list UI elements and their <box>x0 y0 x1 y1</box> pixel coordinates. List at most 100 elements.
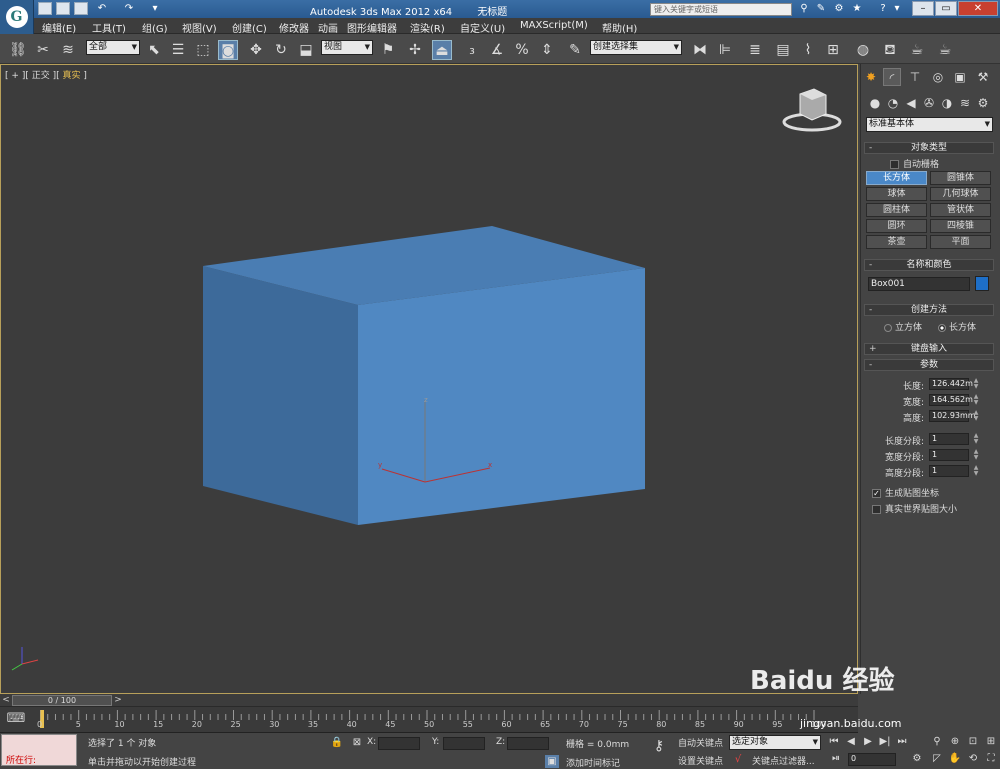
height-segs-spinner[interactable]: ▲ ▼ <box>972 465 980 477</box>
hierarchy-tab-icon[interactable]: ⊤ <box>906 68 924 86</box>
geosphere-button[interactable]: 几何球体 <box>930 187 991 201</box>
keyboard-shortcut-override-icon[interactable]: ⏏ <box>432 40 452 60</box>
zoom-icon[interactable]: ⚲ <box>930 735 944 748</box>
communication-icon[interactable]: ⚙ <box>832 2 846 15</box>
torus-button[interactable]: 圆环 <box>866 219 927 233</box>
auto-key-button[interactable]: 自动关键点 <box>678 736 723 749</box>
rotate-icon[interactable]: ↻ <box>271 40 291 60</box>
set-key-icon[interactable]: ⚷ <box>648 739 670 753</box>
geometry-icon[interactable]: ● <box>866 94 884 112</box>
help-icon[interactable]: ? <box>876 2 890 15</box>
zoom-extents-all-icon[interactable]: ⊞ <box>984 735 998 748</box>
sphere-button[interactable]: 球体 <box>866 187 927 201</box>
time-slider[interactable] <box>0 694 858 707</box>
keyboard-entry-rollout-header[interactable]: + 键盘输入 <box>864 343 994 355</box>
z-coord-input[interactable] <box>507 737 549 750</box>
zoom-all-icon[interactable]: ⊕ <box>948 735 962 748</box>
length-segs-spinner[interactable]: ▲ ▼ <box>972 433 980 445</box>
x-coord-input[interactable] <box>378 737 420 750</box>
creation-method-rollout-header[interactable]: - 创建方法 <box>864 304 994 316</box>
menu-customize[interactable]: 自定义(U) <box>460 20 505 35</box>
display-tab-icon[interactable]: ▣ <box>951 68 969 86</box>
cube-radio-button[interactable] <box>884 323 892 332</box>
rendered-frame-icon[interactable]: ☕ <box>907 40 927 60</box>
height-segs-input[interactable]: 1 <box>929 465 969 477</box>
motion-tab-icon[interactable]: ◎ <box>929 68 947 86</box>
menu-help[interactable]: 帮助(H) <box>602 20 637 35</box>
save-file-icon[interactable] <box>74 2 88 15</box>
menu-animation[interactable]: 动画 <box>318 20 338 35</box>
window-crossing-icon[interactable]: ◙ <box>218 40 238 60</box>
maximize-button[interactable]: ▭ <box>935 1 957 16</box>
menu-modifiers[interactable]: 修改器 <box>279 20 309 35</box>
align-icon[interactable]: ⊫ <box>715 40 735 60</box>
ref-coord-dropdown[interactable]: 视图 <box>321 40 373 55</box>
menu-views[interactable]: 视图(V) <box>182 20 217 35</box>
parameters-rollout-header[interactable]: - 参数 <box>864 359 994 371</box>
unlink-icon[interactable]: ✂ <box>33 40 53 60</box>
width-segs-spinner[interactable]: ▲ ▼ <box>972 449 980 461</box>
select-manipulate-icon[interactable]: ✢ <box>405 40 425 60</box>
selection-filter-dropdown[interactable]: 全部 <box>86 40 140 55</box>
mirror-icon[interactable]: ⧓ <box>690 40 710 60</box>
go-to-start-icon[interactable]: ⏮ <box>827 735 841 748</box>
redo-icon[interactable]: ↷ <box>122 2 136 15</box>
key-filters-button[interactable]: 关键点过滤器... <box>752 754 815 767</box>
menu-group[interactable]: 组(G) <box>142 20 168 35</box>
y-coord-input[interactable] <box>443 737 485 750</box>
zoom-extents-icon[interactable]: ⊡ <box>966 735 980 748</box>
set-key-button[interactable]: 设置关键点 <box>678 754 723 767</box>
time-config-icon[interactable]: ⚙ <box>910 752 924 765</box>
cube-radio[interactable]: 立方体 <box>884 320 922 333</box>
shapes-icon[interactable]: ◔ <box>884 94 902 112</box>
favorites-star-icon[interactable]: ★ <box>850 2 864 15</box>
select-object-icon[interactable]: ⬉ <box>144 40 164 60</box>
material-editor-icon[interactable]: ◍ <box>853 40 873 60</box>
snaps-toggle-icon[interactable]: ₃ <box>462 40 482 60</box>
object-type-rollout-header[interactable]: - 对象类型 <box>864 142 994 154</box>
render-setup-icon[interactable]: ⛾ <box>880 40 900 60</box>
new-file-icon[interactable] <box>38 2 52 15</box>
close-button[interactable]: ✕ <box>958 1 998 16</box>
search-input[interactable]: 键入关键字或短语 <box>650 3 792 16</box>
menu-maxscript[interactable]: MAXScript(M) <box>520 20 588 31</box>
app-logo-button[interactable]: G <box>0 0 34 34</box>
width-segs-input[interactable]: 1 <box>929 449 969 461</box>
lock-selection-icon[interactable]: 🔒 <box>330 736 344 749</box>
box-radio[interactable]: 长方体 <box>938 320 976 333</box>
select-by-name-icon[interactable]: ☰ <box>168 40 188 60</box>
autogrid-check-box[interactable] <box>890 160 899 169</box>
box-radio-button[interactable] <box>938 323 946 332</box>
curve-editor-icon[interactable]: ⌇ <box>798 40 818 60</box>
quick-access-dropdown-icon[interactable]: ▾ <box>148 2 162 15</box>
real-world-map-check[interactable] <box>872 505 881 514</box>
modify-tab-icon[interactable]: ◜ <box>883 68 901 86</box>
spinner-snap-icon[interactable]: ⇕ <box>537 40 557 60</box>
menu-create[interactable]: 创建(C) <box>232 20 267 35</box>
name-color-rollout-header[interactable]: - 名称和颜色 <box>864 259 994 271</box>
binoculars-icon[interactable]: ⚲ <box>797 2 811 15</box>
menu-tools[interactable]: 工具(T) <box>92 20 126 35</box>
current-frame-input[interactable]: 0 <box>848 753 896 766</box>
primitive-category-dropdown[interactable]: 标准基本体 <box>866 117 993 132</box>
width-input[interactable]: 164.562m <box>929 394 973 406</box>
height-spinner[interactable]: ▲ ▼ <box>972 410 980 422</box>
helpers-icon[interactable]: ◑ <box>938 94 956 112</box>
pyramid-button[interactable]: 四棱锥 <box>930 219 991 233</box>
object-color-swatch[interactable] <box>975 276 989 291</box>
maxscript-listener[interactable]: 所在行: <box>1 734 77 766</box>
go-to-end-icon[interactable]: ⏭ <box>895 735 909 748</box>
cameras-icon[interactable]: ✇ <box>920 94 938 112</box>
open-file-icon[interactable] <box>56 2 70 15</box>
edit-named-selection-icon[interactable]: ✎ <box>565 40 585 60</box>
bind-space-warp-icon[interactable]: ≋ <box>58 40 78 60</box>
menu-graph-editors[interactable]: 图形编辑器 <box>347 20 397 35</box>
cylinder-button[interactable]: 圆柱体 <box>866 203 927 217</box>
render-production-icon[interactable]: ☕ <box>935 40 955 60</box>
key-filters-icon[interactable]: √ <box>731 753 745 766</box>
systems-icon[interactable]: ⚙ <box>974 94 992 112</box>
layer-manager-icon[interactable]: ≣ <box>745 40 765 60</box>
time-slider-thumb[interactable]: 0 / 100 <box>12 695 112 706</box>
height-input[interactable]: 102.93mm <box>929 410 976 422</box>
absolute-mode-icon[interactable]: ⊠ <box>350 736 364 749</box>
